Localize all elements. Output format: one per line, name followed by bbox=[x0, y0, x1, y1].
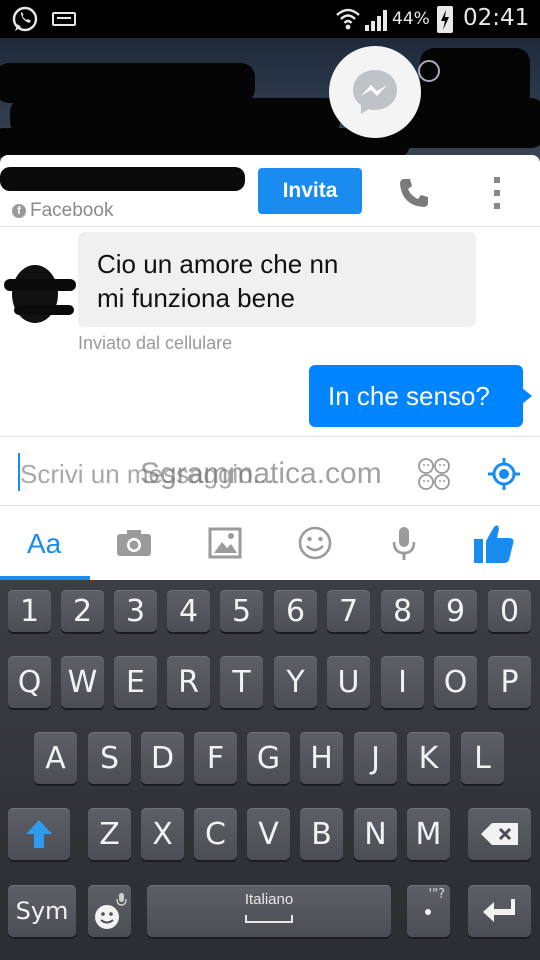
key-g[interactable]: G bbox=[247, 732, 290, 784]
soft-keyboard: 1 2 3 4 5 6 7 8 9 0 Q W E R T Y U I O P … bbox=[0, 580, 540, 960]
battery-percent: 44% bbox=[392, 9, 430, 29]
key-h[interactable]: H bbox=[300, 732, 343, 784]
emoji-key-icon bbox=[94, 893, 127, 929]
status-bar: 44% 02:41 bbox=[0, 0, 540, 38]
wifi-icon bbox=[335, 6, 361, 32]
key-9[interactable]: 9 bbox=[434, 590, 477, 632]
key-y[interactable]: Y bbox=[274, 656, 317, 708]
key-2[interactable]: 2 bbox=[61, 590, 104, 632]
key-p[interactable]: P bbox=[488, 656, 531, 708]
whatsapp-icon bbox=[10, 4, 40, 34]
chat-head-background bbox=[0, 38, 540, 160]
space-language-label: Italiano bbox=[244, 891, 294, 908]
facebook-label: Facebook bbox=[30, 200, 114, 221]
key-z[interactable]: Z bbox=[88, 808, 131, 860]
like-thumb-icon[interactable] bbox=[472, 521, 516, 565]
facebook-icon: f bbox=[12, 204, 26, 218]
key-v[interactable]: V bbox=[247, 808, 290, 860]
outgoing-message-text: In che senso? bbox=[328, 381, 490, 411]
key-8[interactable]: 8 bbox=[381, 590, 424, 632]
key-q[interactable]: Q bbox=[8, 656, 51, 708]
key-3[interactable]: 3 bbox=[114, 590, 157, 632]
key-k[interactable]: K bbox=[407, 732, 450, 784]
camera-icon[interactable] bbox=[115, 527, 153, 559]
key-a[interactable]: A bbox=[34, 732, 77, 784]
location-icon[interactable] bbox=[487, 457, 521, 491]
tab-text[interactable]: Aa bbox=[0, 506, 90, 580]
key-j[interactable]: J bbox=[354, 732, 397, 784]
text-tab-label: Aa bbox=[27, 528, 62, 559]
period-glyph bbox=[425, 909, 431, 915]
battery-charging-icon bbox=[437, 6, 453, 33]
key-w[interactable]: W bbox=[61, 656, 104, 708]
key-t[interactable]: T bbox=[220, 656, 263, 708]
messenger-logo-icon bbox=[349, 66, 401, 118]
key-7[interactable]: 7 bbox=[327, 590, 370, 632]
key-x[interactable]: X bbox=[141, 808, 184, 860]
key-m[interactable]: M bbox=[407, 808, 450, 860]
chat-window: f Facebook Invita Cio un amore che nn mi… bbox=[0, 155, 540, 580]
signal-icon bbox=[364, 8, 390, 32]
backspace-icon bbox=[480, 823, 518, 845]
emoji-mic-key[interactable] bbox=[88, 885, 131, 937]
microphone-icon[interactable] bbox=[391, 525, 417, 563]
enter-icon bbox=[482, 899, 515, 922]
space-bar-glyph bbox=[245, 915, 293, 923]
outgoing-message-bubble[interactable]: In che senso? bbox=[309, 365, 523, 427]
facebook-source: f Facebook bbox=[12, 200, 113, 222]
punctuation-hint: '"? bbox=[428, 887, 445, 902]
key-n[interactable]: N bbox=[354, 808, 397, 860]
phone-call-icon[interactable] bbox=[396, 175, 432, 211]
message-meta: Inviato dal cellulare bbox=[78, 333, 233, 353]
shift-key[interactable] bbox=[8, 808, 70, 860]
key-6[interactable]: 6 bbox=[274, 590, 317, 632]
avatar-ring bbox=[418, 60, 440, 82]
key-l[interactable]: L bbox=[461, 732, 504, 784]
sender-avatar-redacted bbox=[4, 265, 76, 327]
clock: 02:41 bbox=[463, 5, 530, 31]
incoming-message-line: Cio un amore che nn bbox=[97, 249, 339, 279]
backspace-key[interactable] bbox=[468, 808, 531, 860]
keyboard-notification-icon bbox=[52, 12, 76, 26]
watermark-text: Sgrammatica.com bbox=[140, 457, 382, 490]
key-4[interactable]: 4 bbox=[167, 590, 210, 632]
key-f[interactable]: F bbox=[194, 732, 237, 784]
key-e[interactable]: E bbox=[114, 656, 157, 708]
gallery-icon[interactable] bbox=[208, 527, 242, 559]
key-i[interactable]: I bbox=[381, 656, 424, 708]
key-u[interactable]: U bbox=[327, 656, 370, 708]
messenger-chat-head[interactable] bbox=[329, 46, 421, 138]
bubble-tail bbox=[522, 388, 532, 404]
invite-button[interactable]: Invita bbox=[258, 168, 362, 214]
key-c[interactable]: C bbox=[194, 808, 237, 860]
incoming-message-line: mi funziona bene bbox=[97, 283, 296, 313]
key-b[interactable]: B bbox=[300, 808, 343, 860]
enter-key[interactable] bbox=[468, 885, 531, 937]
key-d[interactable]: D bbox=[141, 732, 184, 784]
more-options-icon[interactable] bbox=[490, 175, 504, 211]
incoming-message-bubble[interactable]: Cio un amore che nn mi funziona bene bbox=[78, 232, 476, 327]
stickers-icon[interactable] bbox=[417, 457, 451, 491]
key-5[interactable]: 5 bbox=[220, 590, 263, 632]
key-r[interactable]: R bbox=[167, 656, 210, 708]
key-o[interactable]: O bbox=[434, 656, 477, 708]
contact-name-redacted bbox=[0, 167, 245, 191]
key-0[interactable]: 0 bbox=[488, 590, 531, 632]
sym-key[interactable]: Sym bbox=[8, 885, 76, 937]
shift-arrow-icon bbox=[26, 820, 52, 848]
punctuation-key[interactable]: '"? bbox=[407, 885, 450, 937]
key-s[interactable]: S bbox=[88, 732, 131, 784]
emoji-icon[interactable] bbox=[297, 525, 333, 561]
key-1[interactable]: 1 bbox=[8, 590, 51, 632]
space-key[interactable]: Italiano bbox=[147, 885, 391, 937]
